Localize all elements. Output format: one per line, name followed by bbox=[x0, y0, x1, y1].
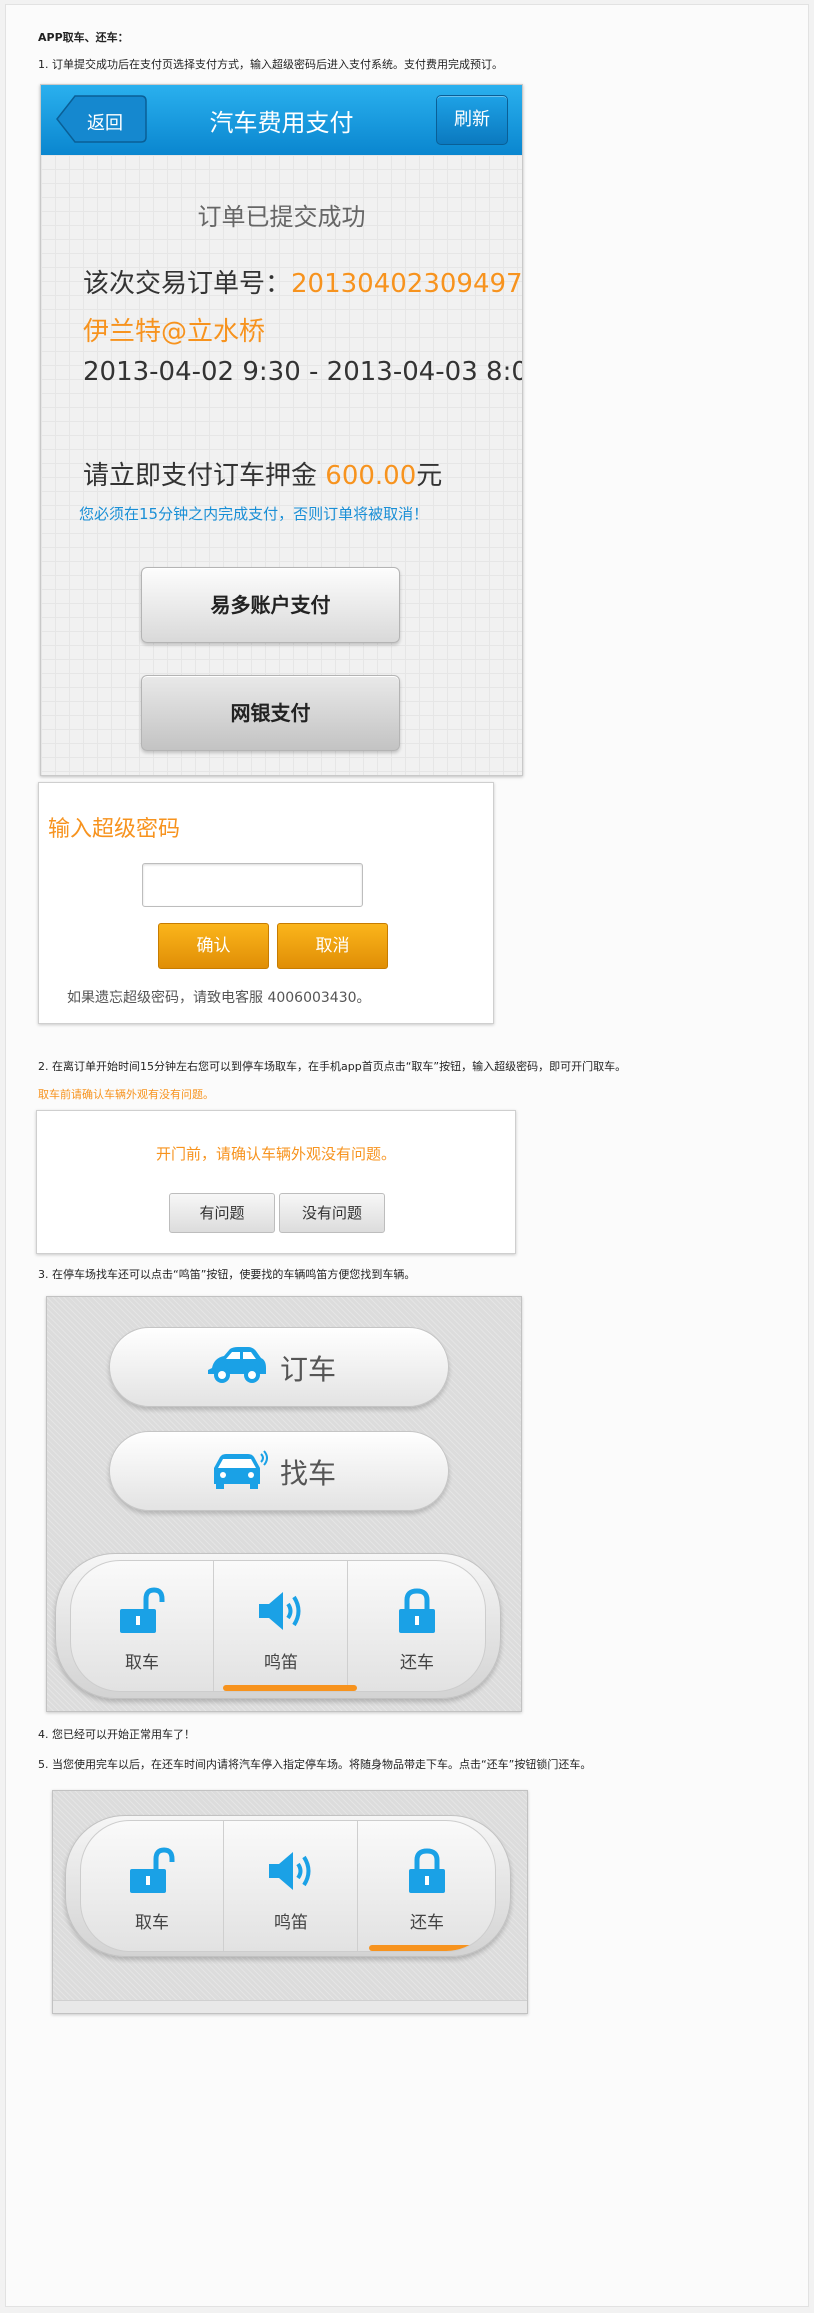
return-control-tray: 取车 鸣笛 还车 bbox=[65, 1815, 511, 1957]
car-control-bar: 取车 鸣笛 还车 bbox=[70, 1560, 486, 1692]
app-home-panel: 订车 找车 取车 鸣笛 还车 bbox=[46, 1296, 522, 1712]
lock-icon bbox=[409, 1848, 445, 1893]
order-number-label: 该次交易订单号： bbox=[83, 269, 292, 299]
panel-footer-strip bbox=[53, 2000, 527, 2013]
has-problem-button[interactable]: 有问题 bbox=[169, 1193, 275, 1233]
book-car-label: 订车 bbox=[280, 1353, 337, 1386]
account-pay-button[interactable]: 易多账户支付 bbox=[141, 567, 400, 643]
find-car-button[interactable]: 找车 bbox=[109, 1431, 449, 1511]
password-help-note: 如果遗忘超级密码，请致电客服 4006003430。 bbox=[67, 990, 371, 1006]
step-5-text: 5. 当您使用完车以后，在还车时间内请将汽车停入指定停车场。将随身物品带走下车。… bbox=[38, 1758, 592, 1771]
pickup-tab[interactable]: 取车 bbox=[71, 1561, 213, 1691]
order-status: 订单已提交成功 bbox=[197, 203, 366, 231]
password-confirm-button[interactable]: 确认 bbox=[158, 923, 269, 969]
pickup-tab[interactable]: 取车 bbox=[81, 1821, 223, 1951]
password-cancel-button[interactable]: 取消 bbox=[277, 923, 388, 969]
return-tab[interactable]: 还车 bbox=[357, 1821, 495, 1951]
honk-tab[interactable]: 鸣笛 bbox=[213, 1561, 348, 1691]
order-number-row: 该次交易订单号：20130402309497 bbox=[83, 263, 523, 300]
book-car-button[interactable]: 订车 bbox=[109, 1327, 449, 1407]
lock-icon bbox=[399, 1588, 435, 1633]
pickup-label: 取车 bbox=[125, 1653, 159, 1673]
honk-tab[interactable]: 鸣笛 bbox=[223, 1821, 358, 1951]
super-password-dialog: 输入超级密码 确认 取消 如果遗忘超级密码，请致电客服 4006003430。 bbox=[38, 782, 494, 1024]
step-2-note: 取车前请确认车辆外观有没有问题。 bbox=[38, 1088, 214, 1101]
order-number-value: 20130402309497 bbox=[291, 269, 523, 299]
refresh-button[interactable]: 刷新 bbox=[436, 95, 508, 145]
return-label: 还车 bbox=[410, 1913, 444, 1933]
step-4-text: 4. 您已经可以开始正常用车了！ bbox=[38, 1728, 195, 1741]
return-control-bar: 取车 鸣笛 还车 bbox=[80, 1820, 496, 1952]
rental-time-range: 2013-04-02 9:30 - 2013-04-03 8:00 bbox=[83, 357, 523, 387]
return-tab[interactable]: 还车 bbox=[347, 1561, 485, 1691]
step-3-text: 3. 在停车场找车还可以点击“鸣笛”按钮，使要找的车辆鸣笛方便您找到车辆。 bbox=[38, 1268, 416, 1281]
return-active-indicator bbox=[369, 1945, 481, 1951]
deposit-label: 请立即支付订车押金 bbox=[83, 461, 318, 491]
doc-heading: APP取车、还车： bbox=[38, 31, 129, 44]
deposit-unit: 元 bbox=[416, 461, 443, 491]
deposit-amount: 600.00 bbox=[325, 461, 417, 491]
step-2-text: 2. 在离订单开始时间15分钟左右您可以到停车场取车，在手机app首页点击“取车… bbox=[38, 1060, 627, 1073]
return-label: 还车 bbox=[400, 1653, 434, 1673]
speaker-icon bbox=[269, 1852, 311, 1890]
honk-active-indicator bbox=[223, 1685, 357, 1691]
pickup-label: 取车 bbox=[135, 1913, 169, 1933]
honk-label: 鸣笛 bbox=[264, 1653, 298, 1673]
deposit-row: 请立即支付订车押金 600.00元 bbox=[83, 455, 442, 492]
payment-deadline-note: 您必须在15分钟之内完成支付，否则订单将被取消！ bbox=[79, 505, 429, 523]
payment-header: 返回 汽车费用支付 刷新 bbox=[41, 85, 522, 157]
no-problem-button[interactable]: 没有问题 bbox=[279, 1193, 385, 1233]
pickup-location: 伊兰特@立水桥 bbox=[83, 317, 266, 347]
unlock-icon bbox=[130, 1847, 175, 1893]
unlock-icon bbox=[120, 1587, 165, 1633]
speaker-icon bbox=[259, 1592, 301, 1630]
return-car-panel: 取车 鸣笛 还车 bbox=[52, 1790, 528, 2014]
car-control-tray: 取车 鸣笛 还车 bbox=[55, 1553, 501, 1699]
honk-label: 鸣笛 bbox=[274, 1913, 308, 1933]
super-password-input[interactable] bbox=[142, 863, 363, 907]
find-car-label: 找车 bbox=[280, 1457, 337, 1490]
payment-screen: 返回 汽车费用支付 刷新 订单已提交成功 该次交易订单号：20130402309… bbox=[40, 84, 523, 776]
car-icon bbox=[208, 1347, 266, 1383]
exterior-check-message: 开门前，请确认车辆外观没有问题。 bbox=[155, 1145, 396, 1163]
password-dialog-title: 输入超级密码 bbox=[48, 817, 181, 842]
step-1-text: 1. 订单提交成功后在支付页选择支付方式，输入超级密码后进入支付系统。支付费用完… bbox=[38, 58, 503, 71]
bank-pay-button[interactable]: 网银支付 bbox=[141, 675, 400, 751]
exterior-check-dialog: 开门前，请确认车辆外观没有问题。 有问题 没有问题 bbox=[36, 1110, 516, 1254]
find-car-icon bbox=[214, 1450, 268, 1489]
